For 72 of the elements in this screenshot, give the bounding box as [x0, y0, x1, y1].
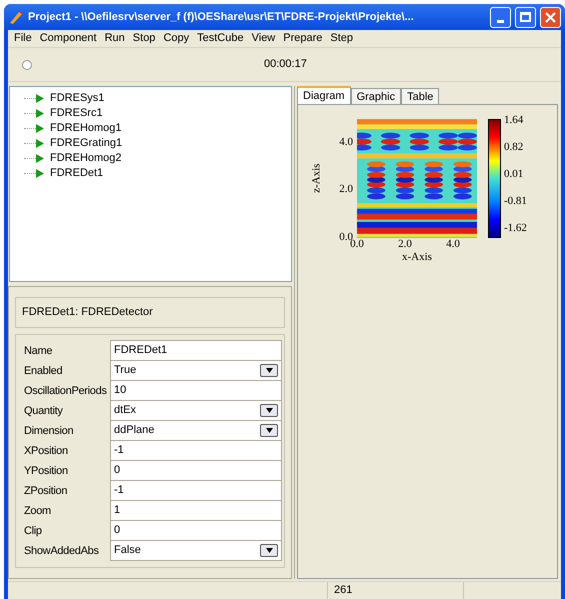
property-field[interactable]: 10 — [110, 380, 282, 401]
property-dropdown[interactable]: ddPlane — [110, 420, 282, 441]
tab[interactable]: Table — [401, 88, 440, 104]
property-field[interactable]: 0 — [110, 460, 282, 481]
colorbar-label: 1.64 — [504, 115, 524, 126]
caret-icon — [266, 428, 272, 433]
dropdown-button[interactable] — [260, 424, 278, 437]
colorbar-label: -1.62 — [504, 223, 527, 234]
y-axis-label: z-Axis — [310, 164, 324, 194]
property-label: Enabled — [24, 364, 64, 379]
menu-item[interactable]: Component — [36, 30, 101, 47]
property-label: Name — [24, 344, 54, 359]
window-title: Project1 - \\Oefilesrv\server_f (f)\OEShare\usr\ET\FDRE-Projekt\Projekte\... — [28, 10, 415, 25]
y-tick-label: 2.0 — [339, 184, 353, 196]
tree-item[interactable]: FDREDet1 — [24, 166, 291, 181]
colorbar-label: -0.81 — [504, 196, 527, 207]
menu-item[interactable]: TestCube — [193, 30, 248, 47]
property-field[interactable]: 0 — [110, 520, 282, 541]
minimize-button[interactable] — [490, 6, 511, 28]
y-tick-label: 4.0 — [339, 136, 353, 148]
tab[interactable]: Diagram — [297, 86, 351, 104]
property-dropdown[interactable]: False — [110, 540, 282, 561]
x-tick-label: 0.0 — [350, 239, 364, 250]
property-label: YPosition — [24, 464, 69, 479]
x-axis-label: x-Axis — [402, 252, 432, 263]
menu-item[interactable]: View — [248, 30, 280, 47]
property-label: Clip — [24, 524, 43, 539]
caret-icon — [266, 548, 272, 553]
property-field[interactable]: -1 — [110, 440, 282, 461]
colorbar-label: 0.82 — [504, 142, 524, 153]
dropdown-button[interactable] — [260, 364, 278, 377]
property-label: XPosition — [24, 444, 69, 459]
close-button[interactable] — [540, 6, 561, 28]
menu-item[interactable]: File — [10, 30, 36, 47]
status-indicator-icon — [22, 60, 32, 70]
menu-item[interactable]: Stop — [128, 30, 160, 47]
maximize-icon — [520, 12, 531, 22]
status-text: 261 — [328, 582, 464, 599]
menu-item[interactable]: Run — [100, 30, 129, 47]
tree-item[interactable]: FDREHomog2 — [24, 151, 291, 166]
x-tick-label: 2.0 — [398, 239, 412, 250]
tab[interactable]: Graphic — [350, 88, 402, 104]
tree-item[interactable]: FDREHomog1 — [24, 121, 291, 136]
caret-icon — [266, 368, 272, 373]
property-dropdown[interactable]: dtEx — [110, 400, 282, 421]
component-header: FDREDet1: FDREDetector — [15, 297, 285, 328]
dropdown-button[interactable] — [260, 544, 278, 557]
property-label: Quantity — [24, 404, 64, 419]
close-icon — [545, 12, 556, 22]
tree-item[interactable]: FDREGrating1 — [24, 136, 291, 151]
property-dropdown[interactable]: True — [110, 360, 282, 381]
app-icon — [8, 9, 24, 25]
menu-item[interactable]: Copy — [159, 30, 194, 47]
property-label: Zoom — [24, 504, 52, 519]
maximize-button[interactable] — [515, 6, 536, 28]
property-label: ShowAddedAbs — [24, 544, 100, 559]
elapsed-time: 00:00:17 — [264, 57, 307, 72]
dropdown-button[interactable] — [260, 404, 278, 417]
colorbar-label: 0.01 — [504, 169, 524, 180]
property-field[interactable]: FDREDet1 — [110, 340, 282, 361]
menu-item[interactable]: Step — [326, 30, 358, 47]
property-label: ZPosition — [24, 484, 68, 499]
property-label: OscillationPeriods — [24, 384, 108, 399]
caret-icon — [266, 408, 272, 413]
menu-item[interactable]: Prepare — [279, 30, 326, 47]
property-field[interactable]: 1 — [110, 500, 282, 521]
minimize-icon — [497, 20, 504, 22]
property-label: Dimension — [24, 424, 74, 439]
property-field[interactable]: -1 — [110, 480, 282, 501]
x-tick-label: 4.0 — [446, 239, 460, 250]
tree-item[interactable]: FDRESys1 — [24, 91, 291, 106]
tree-item[interactable]: FDRESrc1 — [24, 106, 291, 121]
